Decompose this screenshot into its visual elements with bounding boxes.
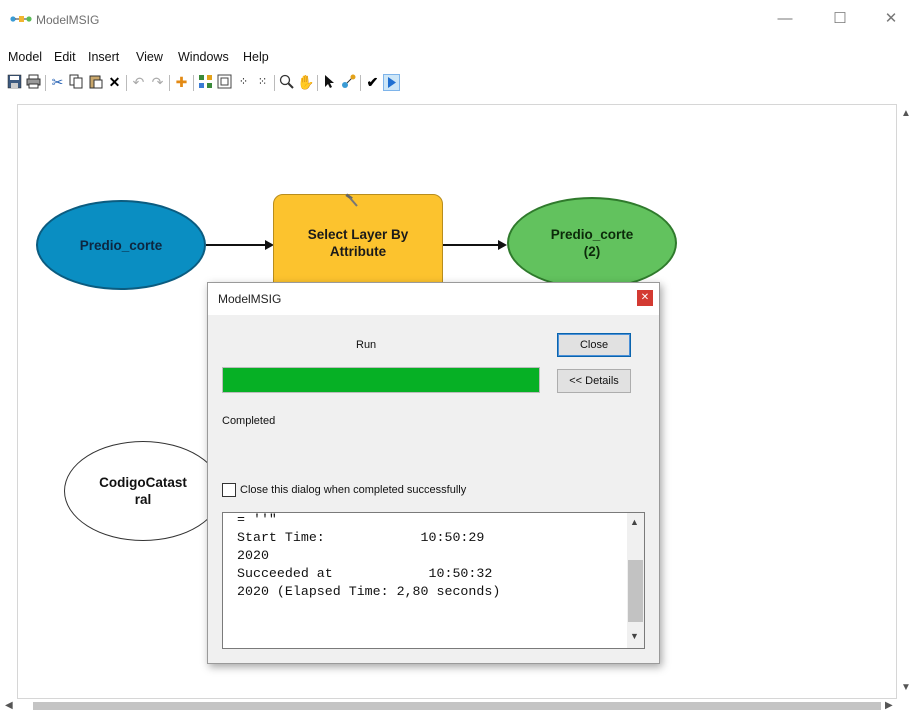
- progress-fill: [223, 368, 539, 392]
- run-progress-dialog: ModelMSIG ✕ Run Close << Details Complet…: [207, 282, 660, 664]
- horizontal-scrollbar[interactable]: ◀ ▶: [5, 699, 897, 713]
- log-line: Start Time: 10:50:29: [237, 530, 485, 545]
- log-line: Succeeded at 10:50:32: [237, 566, 493, 581]
- scroll-down-icon[interactable]: ▼: [901, 682, 911, 693]
- copy-icon[interactable]: [68, 74, 85, 91]
- horizontal-scroll-thumb[interactable]: [33, 702, 881, 710]
- add-data-icon[interactable]: ✚: [173, 74, 190, 91]
- print-icon[interactable]: [25, 74, 42, 91]
- hammer-icon: [344, 193, 360, 209]
- dialog-titlebar: ModelMSIG ✕: [208, 283, 659, 315]
- log-line: 2020: [237, 548, 269, 563]
- close-when-done-label: Close this dialog when completed success…: [240, 484, 467, 496]
- validate-icon[interactable]: ✔: [364, 74, 381, 91]
- undo-icon[interactable]: ↶: [130, 74, 147, 91]
- full-extent-icon[interactable]: [216, 74, 233, 91]
- menu-bar: Model Edit Insert View Windows Help: [0, 46, 914, 68]
- log-scrollbar[interactable]: ▲ ▼: [627, 513, 644, 648]
- edge-input-to-tool: [206, 244, 266, 246]
- modelbuilder-icon: [10, 16, 32, 22]
- log-scroll-thumb[interactable]: [628, 560, 643, 622]
- paste-icon[interactable]: [87, 74, 104, 91]
- output-data-node[interactable]: Predio_corte (2): [507, 197, 677, 289]
- output-node-label: Predio_corte (2): [550, 227, 634, 259]
- close-when-done-checkbox[interactable]: [222, 483, 236, 497]
- details-button[interactable]: << Details: [557, 369, 631, 393]
- scroll-left-icon[interactable]: ◀: [5, 700, 13, 711]
- menu-insert[interactable]: Insert: [88, 50, 119, 64]
- input-node-label: Predio_corte: [79, 237, 163, 253]
- minimize-button[interactable]: —: [775, 9, 795, 29]
- log-line: = ''": [237, 512, 277, 527]
- zoom-in-fixed-icon[interactable]: ⁘: [235, 74, 252, 91]
- vertical-scrollbar[interactable]: ▲ ▼: [897, 104, 914, 699]
- log-lines: = ''" Start Time: 10:50:29 2020 Succeede…: [237, 512, 501, 601]
- log-scroll-up-icon[interactable]: ▲: [630, 517, 639, 527]
- connect-icon[interactable]: [340, 74, 357, 91]
- close-button[interactable]: Close: [557, 333, 631, 357]
- menu-model[interactable]: Model: [8, 50, 42, 64]
- close-when-done-option[interactable]: Close this dialog when completed success…: [222, 483, 466, 497]
- log-scroll-down-icon[interactable]: ▼: [630, 631, 639, 641]
- zoom-icon[interactable]: [278, 74, 295, 91]
- scroll-up-icon[interactable]: ▲: [901, 108, 911, 119]
- auto-layout-icon[interactable]: [197, 74, 214, 91]
- tool-node-label: Select Layer By Attribute: [307, 227, 409, 259]
- menu-view[interactable]: View: [136, 50, 163, 64]
- log-line: 2020 (Elapsed Time: 2,80 seconds): [237, 584, 501, 599]
- parameter-node-label: CodigoCatast ral: [99, 475, 187, 507]
- status-text: Completed: [222, 415, 276, 427]
- run-icon[interactable]: [383, 74, 400, 91]
- arrowhead: [498, 240, 507, 250]
- zoom-out-fixed-icon[interactable]: ⁙: [254, 74, 271, 91]
- dialog-title: ModelMSIG: [218, 292, 282, 306]
- pan-icon[interactable]: ✋: [297, 74, 314, 91]
- toolbar: ✂ ✕ ↶ ↷ ✚ ⁘ ⁙ ✋ ✔: [6, 72, 906, 94]
- close-window-button[interactable]: ✕: [881, 9, 901, 29]
- maximize-button[interactable]: ☐: [830, 9, 850, 29]
- run-label: Run: [356, 339, 377, 351]
- message-log[interactable]: = ''" Start Time: 10:50:29 2020 Succeede…: [222, 512, 645, 649]
- delete-icon[interactable]: ✕: [106, 74, 123, 91]
- redo-icon[interactable]: ↷: [149, 74, 166, 91]
- window-titlebar: ModelMSIG — ☐ ✕: [0, 0, 914, 44]
- menu-help[interactable]: Help: [243, 50, 269, 64]
- scroll-right-icon[interactable]: ▶: [885, 700, 893, 711]
- menu-windows[interactable]: Windows: [178, 50, 229, 64]
- menu-edit[interactable]: Edit: [54, 50, 76, 64]
- select-icon[interactable]: [321, 74, 338, 91]
- edge-tool-to-output: [443, 244, 499, 246]
- dialog-close-icon[interactable]: ✕: [637, 290, 653, 306]
- input-data-node[interactable]: Predio_corte: [36, 200, 206, 290]
- parameter-node[interactable]: CodigoCatast ral: [64, 441, 222, 541]
- cut-icon[interactable]: ✂: [49, 74, 66, 91]
- save-icon[interactable]: [6, 74, 23, 91]
- progress-bar: [222, 367, 540, 393]
- window-title: ModelMSIG: [36, 13, 100, 27]
